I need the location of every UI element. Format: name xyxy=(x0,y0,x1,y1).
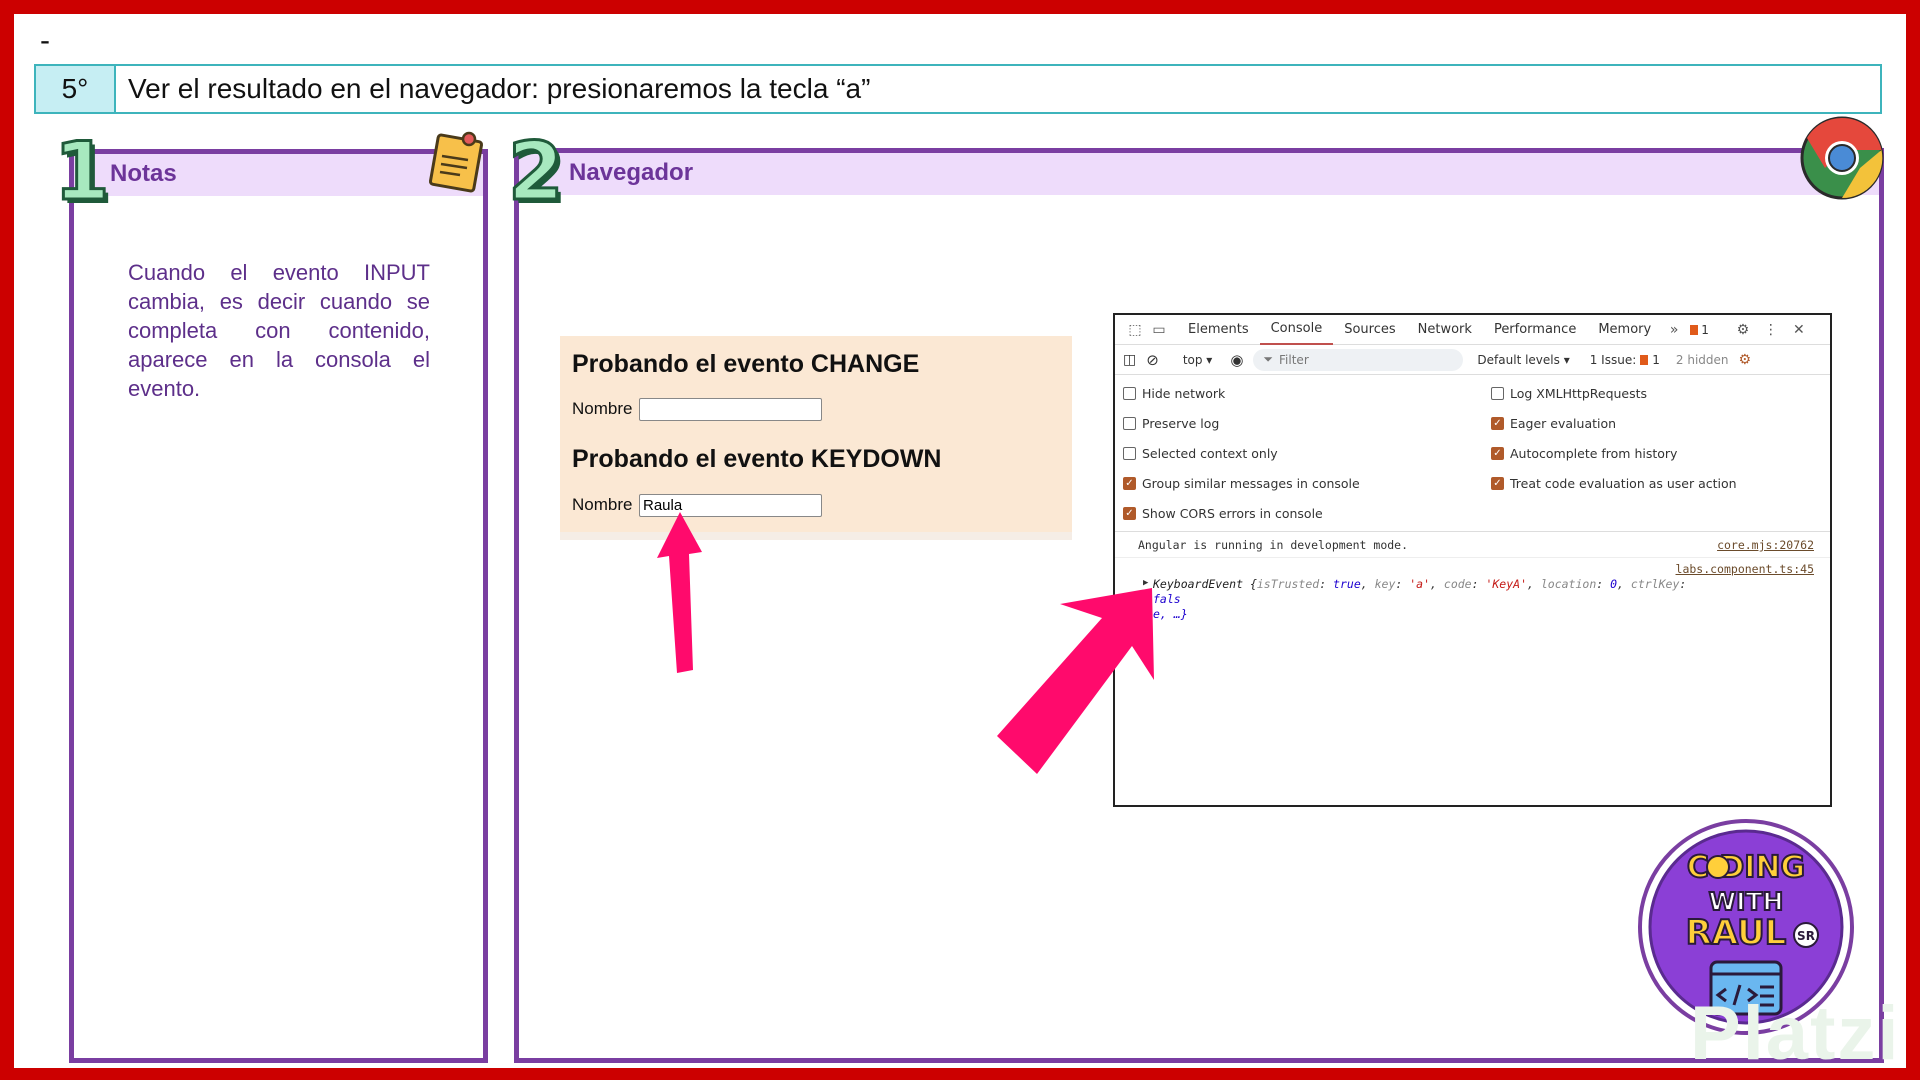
tab-memory[interactable]: Memory xyxy=(1587,315,1662,345)
filter-funnel-icon: ⏷ xyxy=(1263,352,1274,366)
setting-autocomplete-history[interactable]: ✓ Autocomplete from history xyxy=(1491,444,1822,463)
heading-keydown: Probando el evento KEYDOWN xyxy=(572,445,942,473)
hidden-count: 2 hidden xyxy=(1675,352,1729,367)
setting-group-similar[interactable]: ✓ Group similar messages in console xyxy=(1123,474,1491,493)
context-select[interactable]: top ▾ xyxy=(1183,353,1213,367)
checkbox[interactable] xyxy=(1123,447,1136,460)
label-nombre-keydown: Nombre xyxy=(572,495,633,514)
step-number: 5° xyxy=(36,66,116,112)
clear-console-icon[interactable]: ⊘ xyxy=(1146,351,1159,369)
header-dash: - xyxy=(40,24,50,57)
setting-selected-context-only[interactable]: Selected context only xyxy=(1123,444,1491,463)
notes-body: Cuando el evento INPUT cambia, es decir … xyxy=(128,260,430,401)
issue-flag-icon xyxy=(1640,354,1649,365)
setting-hide-network[interactable]: Hide network xyxy=(1123,384,1491,403)
logo-line-coding: C DING xyxy=(1687,850,1805,885)
label-nombre-change: Nombre xyxy=(572,399,633,418)
console-log: Angular is running in development mode. … xyxy=(1115,532,1830,621)
close-devtools-icon[interactable]: ✕ xyxy=(1787,322,1811,338)
checkbox-checked[interactable]: ✓ xyxy=(1123,477,1136,490)
chrome-logo-icon xyxy=(1800,116,1884,200)
checkbox-checked[interactable]: ✓ xyxy=(1491,477,1504,490)
console-toolbar: ◫ ⊘ top ▾ ◉ ⏷ Filter Default levels ▾ 1 … xyxy=(1115,345,1830,375)
console-settings: Hide network Log XMLHttpRequests Preserv… xyxy=(1115,375,1830,532)
tab-elements[interactable]: Elements xyxy=(1177,315,1260,345)
step-bar: 5° Ver el resultado en el navegador: pre… xyxy=(34,64,1882,114)
inspect-element-icon[interactable]: ⬚ xyxy=(1123,322,1147,338)
log-entry-keyboard-event: labs.component.ts:45 ▶ KeyboardEvent {is… xyxy=(1115,558,1830,621)
source-link-core[interactable]: core.mjs:20762 xyxy=(1717,538,1814,552)
checkbox[interactable] xyxy=(1123,387,1136,400)
logo-line-raul: RAUL xyxy=(1686,913,1787,953)
issues-badge[interactable]: 1 xyxy=(1690,323,1709,337)
tab-sources[interactable]: Sources xyxy=(1333,315,1406,345)
checkbox[interactable] xyxy=(1123,417,1136,430)
setting-show-cors-errors[interactable]: ✓ Show CORS errors in console xyxy=(1123,504,1491,523)
setting-preserve-log[interactable]: Preserve log xyxy=(1123,414,1491,433)
platzi-watermark: Platzi xyxy=(1690,991,1901,1076)
console-filter-input[interactable]: ⏷ Filter xyxy=(1253,348,1464,371)
keyboard-event-object[interactable]: KeyboardEvent {isTrusted: true, key: 'a'… xyxy=(1153,577,1693,622)
checkbox-checked[interactable]: ✓ xyxy=(1491,447,1504,460)
webpage-preview: Probando el evento CHANGE Nombre Proband… xyxy=(560,336,1072,540)
notes-number-badge: 1 xyxy=(53,125,112,218)
setting-log-xmlhttprequests[interactable]: Log XMLHttpRequests xyxy=(1491,384,1822,403)
setting-treat-code-eval[interactable]: ✓ Treat code evaluation as user action xyxy=(1491,474,1822,493)
arrow-to-input-icon xyxy=(657,512,702,673)
more-tabs-icon[interactable]: » xyxy=(1662,322,1686,338)
log-entry-angular: Angular is running in development mode. … xyxy=(1115,532,1830,558)
tab-network[interactable]: Network xyxy=(1407,315,1483,345)
checkbox[interactable] xyxy=(1491,387,1504,400)
tab-performance[interactable]: Performance xyxy=(1483,315,1587,345)
live-expression-eye-icon[interactable]: ◉ xyxy=(1230,351,1243,369)
logo-line-with: WITH xyxy=(1709,887,1784,916)
arrow-to-console-icon xyxy=(997,588,1154,774)
logo-badge-sr: SR xyxy=(1797,929,1815,943)
expand-triangle-icon[interactable]: ▶ xyxy=(1143,578,1148,588)
notes-title: Notas xyxy=(110,160,177,187)
console-settings-gear-icon[interactable]: ⚙ xyxy=(1739,352,1752,368)
tab-console[interactable]: Console xyxy=(1259,315,1334,345)
sidebar-toggle-icon[interactable]: ◫ xyxy=(1123,352,1136,368)
issues-counter[interactable]: 1 Issue: 1 xyxy=(1590,353,1660,367)
default-levels-select[interactable]: Default levels ▾ xyxy=(1477,353,1569,367)
checkbox-checked[interactable]: ✓ xyxy=(1491,417,1504,430)
step-text: Ver el resultado en el navegador: presio… xyxy=(128,73,871,104)
devtools-tabbar: ⬚ ▭ Elements Console Sources Network Per… xyxy=(1115,315,1830,345)
issue-flag-icon xyxy=(1690,324,1699,335)
checkbox-checked[interactable]: ✓ xyxy=(1123,507,1136,520)
nombre-change-input[interactable] xyxy=(639,398,822,421)
notes-panel-header: Notas xyxy=(74,154,483,196)
device-toolbar-icon[interactable]: ▭ xyxy=(1147,322,1171,338)
setting-eager-evaluation[interactable]: ✓ Eager evaluation xyxy=(1491,414,1822,433)
browser-title: Navegador xyxy=(569,159,694,186)
heading-change: Probando el evento CHANGE xyxy=(572,350,920,378)
sticky-note-icon xyxy=(428,131,484,193)
more-options-icon[interactable]: ⋮ xyxy=(1759,322,1783,338)
devtools-panel: ⬚ ▭ Elements Console Sources Network Per… xyxy=(1113,313,1832,807)
settings-gear-icon[interactable]: ⚙ xyxy=(1731,322,1755,338)
browser-number-badge: 2 xyxy=(507,125,566,218)
lightbulb-icon xyxy=(1706,855,1730,879)
source-link-labs-component[interactable]: labs.component.ts:45 xyxy=(1676,562,1814,576)
browser-panel-header: Navegador xyxy=(519,153,1879,195)
